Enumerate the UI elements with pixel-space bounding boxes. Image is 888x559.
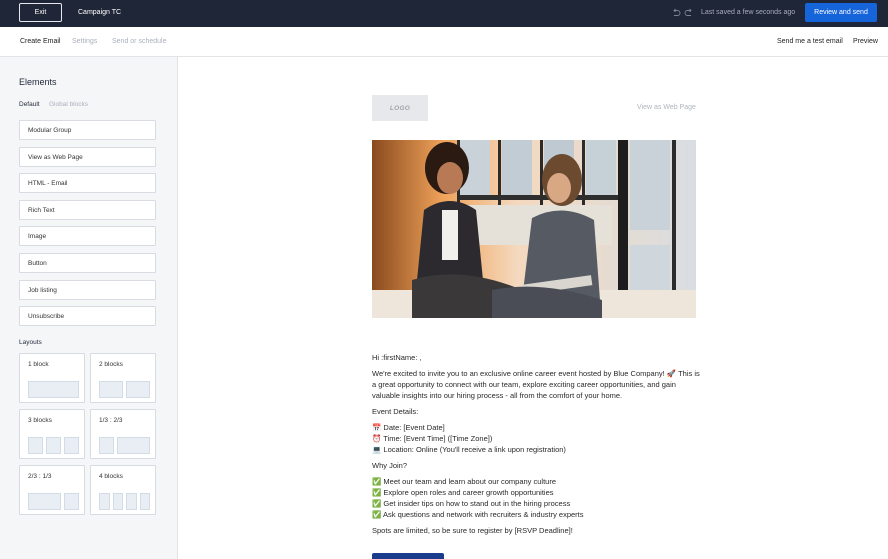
hero-image[interactable] <box>372 140 696 318</box>
exit-button[interactable]: Exit <box>19 3 62 22</box>
layout-2-3-1-3[interactable]: 2/3 : 1/3 <box>19 465 85 515</box>
sidebar-heading: Elements <box>19 77 57 87</box>
why-item: ✅ Explore open roles and career growth o… <box>372 488 554 497</box>
block-view-as-web-page[interactable]: View as Web Page <box>19 147 156 167</box>
campaign-title: Campaign TC <box>78 9 122 16</box>
layout-label: 3 blocks <box>28 417 52 424</box>
logo-placeholder[interactable]: LOGO <box>372 95 428 121</box>
redo-icon[interactable] <box>684 7 694 17</box>
tab-default[interactable]: Default <box>19 101 40 108</box>
detail-date: 📅 Date: [Event Date] <box>372 423 445 432</box>
intro-paragraph: We're excited to invite you to an exclus… <box>372 369 700 400</box>
layout-label: 4 blocks <box>99 473 123 480</box>
block-image[interactable]: Image <box>19 226 156 246</box>
register-button[interactable] <box>372 553 444 559</box>
layout-preview <box>99 381 150 398</box>
layout-cell <box>28 437 43 454</box>
top-bar: Exit Campaign TC Last saved a few second… <box>0 0 888 27</box>
layout-cell <box>117 437 150 454</box>
hero-photo <box>372 140 696 318</box>
layout-label: 2 blocks <box>99 361 123 368</box>
layout-cell <box>126 493 137 510</box>
undo-icon[interactable] <box>671 7 681 17</box>
why-join-heading: Why Join? <box>372 461 408 470</box>
layout-cell <box>46 437 61 454</box>
why-item: ✅ Meet our team and learn about our comp… <box>372 477 557 486</box>
layout-cell <box>112 493 123 510</box>
layout-cell <box>28 381 79 398</box>
block-html-email[interactable]: HTML - Email <box>19 173 156 193</box>
layout-cell <box>126 381 150 398</box>
elements-sidebar: Elements Default Global blocks Modular G… <box>0 57 178 559</box>
block-button[interactable]: Button <box>19 253 156 273</box>
tab-global-blocks[interactable]: Global blocks <box>49 101 88 108</box>
layout-label: 1 block <box>28 361 49 368</box>
layout-cell <box>139 493 150 510</box>
layout-1-block[interactable]: 1 block <box>19 353 85 403</box>
layout-preview <box>28 493 79 510</box>
step-navigation: Create Email Settings Send or schedule S… <box>0 27 888 57</box>
layout-label: 1/3 : 2/3 <box>99 417 123 424</box>
layout-1-3-2-3[interactable]: 1/3 : 2/3 <box>90 409 156 459</box>
event-details-heading: Event Details: <box>372 407 419 416</box>
closing-text: Spots are limited, so be sure to registe… <box>372 526 573 535</box>
layout-cell <box>64 437 79 454</box>
why-item: ✅ Ask questions and network with recruit… <box>372 510 584 519</box>
tab-settings[interactable]: Settings <box>72 38 97 45</box>
detail-location: 💻 Location: Online (You'll receive a lin… <box>372 445 566 454</box>
layout-4-blocks[interactable]: 4 blocks <box>90 465 156 515</box>
block-rich-text[interactable]: Rich Text <box>19 200 156 220</box>
layout-preview <box>99 493 150 510</box>
layout-preview <box>28 381 79 398</box>
layout-cell <box>28 493 61 510</box>
layout-2-blocks[interactable]: 2 blocks <box>90 353 156 403</box>
layouts-heading: Layouts <box>19 339 42 346</box>
review-and-send-button[interactable]: Review and send <box>805 3 877 22</box>
layout-preview <box>28 437 79 454</box>
why-item: ✅ Get insider tips on how to stand out i… <box>372 499 571 508</box>
greeting-text: Hi :firstName: , <box>372 353 422 362</box>
layout-cell <box>64 493 79 510</box>
tab-send-or-schedule[interactable]: Send or schedule <box>112 38 166 45</box>
preview-link[interactable]: Preview <box>853 38 878 45</box>
layout-preview <box>99 437 150 454</box>
block-job-listing[interactable]: Job listing <box>19 280 156 300</box>
email-text-block[interactable]: Hi :firstName: , We're excited to invite… <box>372 352 702 541</box>
detail-time: ⏰ Time: [Event Time] ([Time Zone]) <box>372 434 493 443</box>
layout-cell <box>99 493 110 510</box>
layout-3-blocks[interactable]: 3 blocks <box>19 409 85 459</box>
block-unsubscribe[interactable]: Unsubscribe <box>19 306 156 326</box>
save-status: Last saved a few seconds ago <box>701 9 796 16</box>
tab-create-email[interactable]: Create Email <box>20 38 60 45</box>
view-as-web-page-link[interactable]: View as Web Page <box>637 104 696 111</box>
layout-label: 2/3 : 1/3 <box>28 473 52 480</box>
send-test-email-link[interactable]: Send me a test email <box>777 38 843 45</box>
layout-cell <box>99 437 114 454</box>
layout-cell <box>99 381 123 398</box>
block-modular-group[interactable]: Modular Group <box>19 120 156 140</box>
